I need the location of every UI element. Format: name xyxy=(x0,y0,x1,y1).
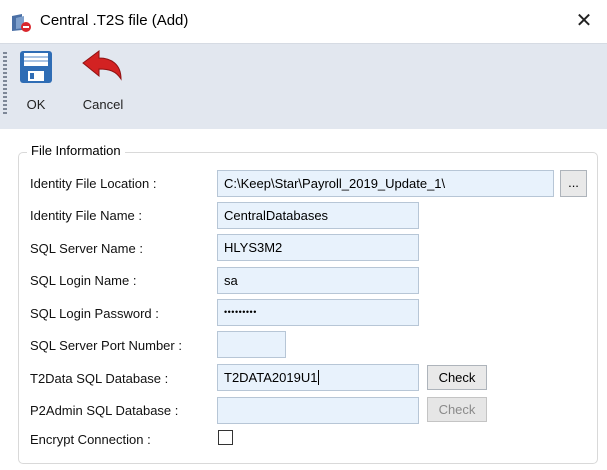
close-icon[interactable]: ✕ xyxy=(571,8,597,34)
cancel-button[interactable]: Cancel xyxy=(75,50,131,112)
identity-name-input[interactable]: CentralDatabases xyxy=(217,202,419,229)
login-password-label: SQL Login Password : xyxy=(30,306,159,321)
server-name-label: SQL Server Name : xyxy=(30,241,143,256)
login-password-input[interactable]: ••••••••• xyxy=(217,299,419,326)
t2data-db-value: T2DATA2019U1 xyxy=(224,370,318,385)
t2data-db-input[interactable]: T2DATA2019U1 xyxy=(217,364,419,391)
check-p2admin-button[interactable]: Check xyxy=(427,397,487,422)
identity-location-input[interactable]: C:\Keep\Star\Payroll_2019_Update_1\ xyxy=(217,170,554,197)
identity-location-label: Identity File Location : xyxy=(30,176,157,191)
p2admin-db-label: P2Admin SQL Database : xyxy=(30,403,179,418)
browse-button[interactable]: ... xyxy=(560,170,587,197)
server-name-input[interactable]: HLYS3M2 xyxy=(217,234,419,261)
login-name-input[interactable]: sa xyxy=(217,267,419,294)
window-title: Central .T2S file (Add) xyxy=(40,12,189,29)
cancel-label: Cancel xyxy=(82,97,124,112)
app-logo-icon xyxy=(10,13,32,33)
identity-name-label: Identity File Name : xyxy=(30,208,142,223)
encrypt-label: Encrypt Connection : xyxy=(30,432,151,447)
ok-label: OK xyxy=(26,97,46,112)
toolbar: OK Cancel xyxy=(0,43,607,129)
ok-button[interactable]: OK xyxy=(17,50,55,112)
port-label: SQL Server Port Number : xyxy=(30,338,182,353)
title-bar: Central .T2S file (Add) ✕ xyxy=(0,0,607,43)
t2data-db-label: T2Data SQL Database : xyxy=(30,371,169,386)
text-caret xyxy=(318,370,320,385)
p2admin-db-input[interactable] xyxy=(217,397,419,424)
check-t2data-button[interactable]: Check xyxy=(427,365,487,390)
toolbar-grip[interactable] xyxy=(3,52,7,114)
encrypt-checkbox[interactable] xyxy=(218,430,233,445)
undo-arrow-icon xyxy=(75,50,131,89)
login-name-label: SQL Login Name : xyxy=(30,273,137,288)
port-input[interactable] xyxy=(217,331,286,358)
save-disk-icon xyxy=(17,50,55,89)
group-legend: File Information xyxy=(27,143,125,158)
